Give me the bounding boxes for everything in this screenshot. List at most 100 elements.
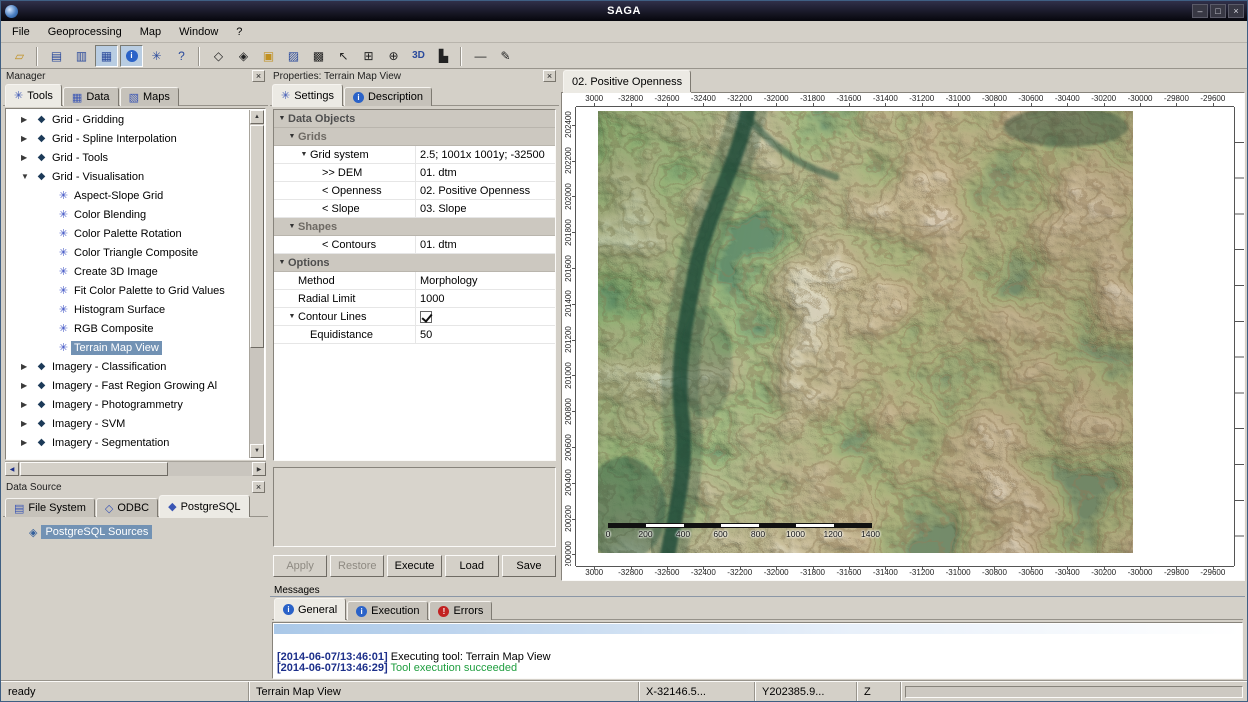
collapse-icon[interactable]: ▼ <box>298 151 310 158</box>
expander-icon[interactable]: ▶ <box>21 115 34 124</box>
tree-item[interactable]: ▶ ◆ Imagery - Classification <box>7 357 249 376</box>
pointer-tool-button[interactable]: ↖ <box>332 45 355 67</box>
maximize-button[interactable]: □ <box>1210 4 1226 18</box>
zoom-tool-button[interactable]: ⊞ <box>357 45 380 67</box>
property-value-cell[interactable]: 1000 <box>416 290 555 307</box>
property-row[interactable]: ▼ Grid system 2.5; 1001x 1001y; -32500 <box>274 146 555 164</box>
menu-window[interactable]: Window <box>170 23 227 41</box>
property-value-cell[interactable]: 02. Positive Openness <box>416 182 555 199</box>
log-view[interactable]: [2014-06-07/13:46:01] Executing tool: Te… <box>272 622 1243 679</box>
expander-icon[interactable]: ▶ <box>21 362 34 371</box>
tree-item[interactable]: ▶ ◆ Imagery - SVM <box>7 414 249 433</box>
tree-item[interactable]: ▶ ◆ Grid - Gridding <box>7 110 249 129</box>
show-object-properties-button[interactable]: ▥ <box>70 45 93 67</box>
tree-item[interactable]: ✳ RGB Composite <box>7 319 249 338</box>
tool-chains-button[interactable]: ✳ <box>145 45 168 67</box>
tab-file-system[interactable]: ▤ File System <box>5 498 95 517</box>
property-value-cell[interactable]: Morphology <box>416 272 555 289</box>
property-value-cell[interactable]: 2.5; 1001x 1001y; -32500 <box>416 146 555 163</box>
tree-horizontal-scrollbar[interactable]: ◀ ▶ <box>5 461 266 476</box>
property-row[interactable]: Radial Limit 1000 <box>274 290 555 308</box>
tree-item[interactable]: ✳ Color Blending <box>7 205 249 224</box>
tree-item[interactable]: ▼ ◆ Grid - Visualisation <box>7 167 249 186</box>
map-tab-positive-openness[interactable]: 02. Positive Openness <box>563 70 691 92</box>
property-row[interactable]: ▼ Contour Lines <box>274 308 555 326</box>
menu-geoprocessing[interactable]: Geoprocessing <box>39 23 131 41</box>
add-grid-layer-button[interactable]: ▣ <box>257 45 280 67</box>
property-value-cell[interactable]: 01. dtm <box>416 236 555 253</box>
scroll-right-icon[interactable]: ▶ <box>252 462 266 476</box>
show-messages-button[interactable]: i <box>120 45 143 67</box>
property-value-cell[interactable]: 50 <box>416 326 555 343</box>
expander-icon[interactable]: ▶ <box>21 153 34 162</box>
menu-help[interactable]: ? <box>227 23 251 41</box>
menu-map[interactable]: Map <box>131 23 170 41</box>
measure-button[interactable]: ― <box>469 45 492 67</box>
apply-button[interactable]: Apply <box>273 555 327 577</box>
scrollbar-thumb[interactable] <box>20 462 168 476</box>
property-row[interactable]: ▼ Data Objects <box>274 110 555 128</box>
checkbox[interactable] <box>420 311 432 323</box>
property-row[interactable]: < Openness 02. Positive Openness <box>274 182 555 200</box>
add-shapes-layer-button[interactable]: ▨ <box>282 45 305 67</box>
open-file-button[interactable]: ▱ <box>8 45 31 67</box>
collapse-icon[interactable]: ▼ <box>286 133 298 140</box>
copy-map-button[interactable]: ▩ <box>307 45 330 67</box>
new-map-button[interactable]: ◇ <box>207 45 230 67</box>
tree-item[interactable]: ✳ Create 3D Image <box>7 262 249 281</box>
tab-postgresql[interactable]: ◆ PostgreSQL <box>159 495 249 517</box>
property-value-cell[interactable] <box>416 128 555 145</box>
property-row[interactable]: < Slope 03. Slope <box>274 200 555 218</box>
show-data-source-button[interactable]: ▦ <box>95 45 118 67</box>
tab-data[interactable]: ▦ Data <box>63 87 119 106</box>
property-row[interactable]: ▼ Grids <box>274 128 555 146</box>
tree-item[interactable]: ✳ Aspect-Slope Grid <box>7 186 249 205</box>
collapse-icon[interactable]: ▼ <box>286 313 298 320</box>
property-row[interactable]: Equidistance 50 <box>274 326 555 344</box>
help-button[interactable]: ? <box>170 45 193 67</box>
property-value-cell[interactable]: 01. dtm <box>416 164 555 181</box>
expander-icon[interactable]: ▶ <box>21 381 34 390</box>
property-row[interactable]: Method Morphology <box>274 272 555 290</box>
tree-item[interactable]: ▶ ◆ Grid - Tools <box>7 148 249 167</box>
execute-button[interactable]: Execute <box>387 555 441 577</box>
tree-item[interactable]: ▶ ◆ Imagery - Fast Region Growing Al <box>7 376 249 395</box>
property-value-cell[interactable] <box>416 110 555 127</box>
data-source-item[interactable]: ◈ PostgreSQL Sources <box>3 517 268 539</box>
scroll-left-icon[interactable]: ◀ <box>5 462 19 476</box>
expander-icon[interactable]: ▶ <box>21 134 34 143</box>
scroll-up-icon[interactable]: ▲ <box>250 110 264 124</box>
close-button[interactable]: × <box>1228 4 1244 18</box>
property-value-cell[interactable] <box>416 218 555 235</box>
menu-file[interactable]: File <box>3 23 39 41</box>
property-row[interactable]: ▼ Shapes <box>274 218 555 236</box>
tree-item[interactable]: ▶ ◆ Grid - Spline Interpolation <box>7 129 249 148</box>
collapse-icon[interactable]: ▼ <box>276 259 288 266</box>
titlebar[interactable]: SAGA – □ × <box>1 1 1247 21</box>
expander-icon[interactable]: ▶ <box>21 400 34 409</box>
property-value-cell[interactable] <box>416 254 555 271</box>
tab-maps[interactable]: ▧ Maps <box>120 87 179 106</box>
digitize-button[interactable]: ✎ <box>494 45 517 67</box>
tree-item[interactable]: ✳ Fit Color Palette to Grid Values <box>7 281 249 300</box>
tab-errors[interactable]: ! Errors <box>429 601 492 620</box>
close-icon[interactable]: × <box>252 481 265 493</box>
log-selected-line[interactable] <box>274 624 1241 634</box>
scrollbar-thumb[interactable] <box>250 125 264 348</box>
tree-item[interactable]: ✳ Terrain Map View <box>7 338 249 357</box>
property-row[interactable]: ▼ Options <box>274 254 555 272</box>
expander-icon[interactable]: ▶ <box>21 419 34 428</box>
property-row[interactable]: < Contours 01. dtm <box>274 236 555 254</box>
tab-execution[interactable]: i Execution <box>347 601 428 620</box>
view-3d-button[interactable]: 3D <box>407 45 430 67</box>
save-button[interactable]: Save <box>502 555 556 577</box>
property-value-cell[interactable] <box>416 308 555 325</box>
tab-settings[interactable]: ✳ Settings <box>272 84 343 106</box>
show-3d-viewer-button[interactable]: ◈ <box>232 45 255 67</box>
scroll-down-icon[interactable]: ▼ <box>250 444 264 458</box>
expander-icon[interactable]: ▼ <box>21 172 34 181</box>
expander-icon[interactable]: ▶ <box>21 438 34 447</box>
tree-item[interactable]: ✳ Color Palette Rotation <box>7 224 249 243</box>
restore-button[interactable]: Restore <box>330 555 384 577</box>
property-value-cell[interactable]: 03. Slope <box>416 200 555 217</box>
